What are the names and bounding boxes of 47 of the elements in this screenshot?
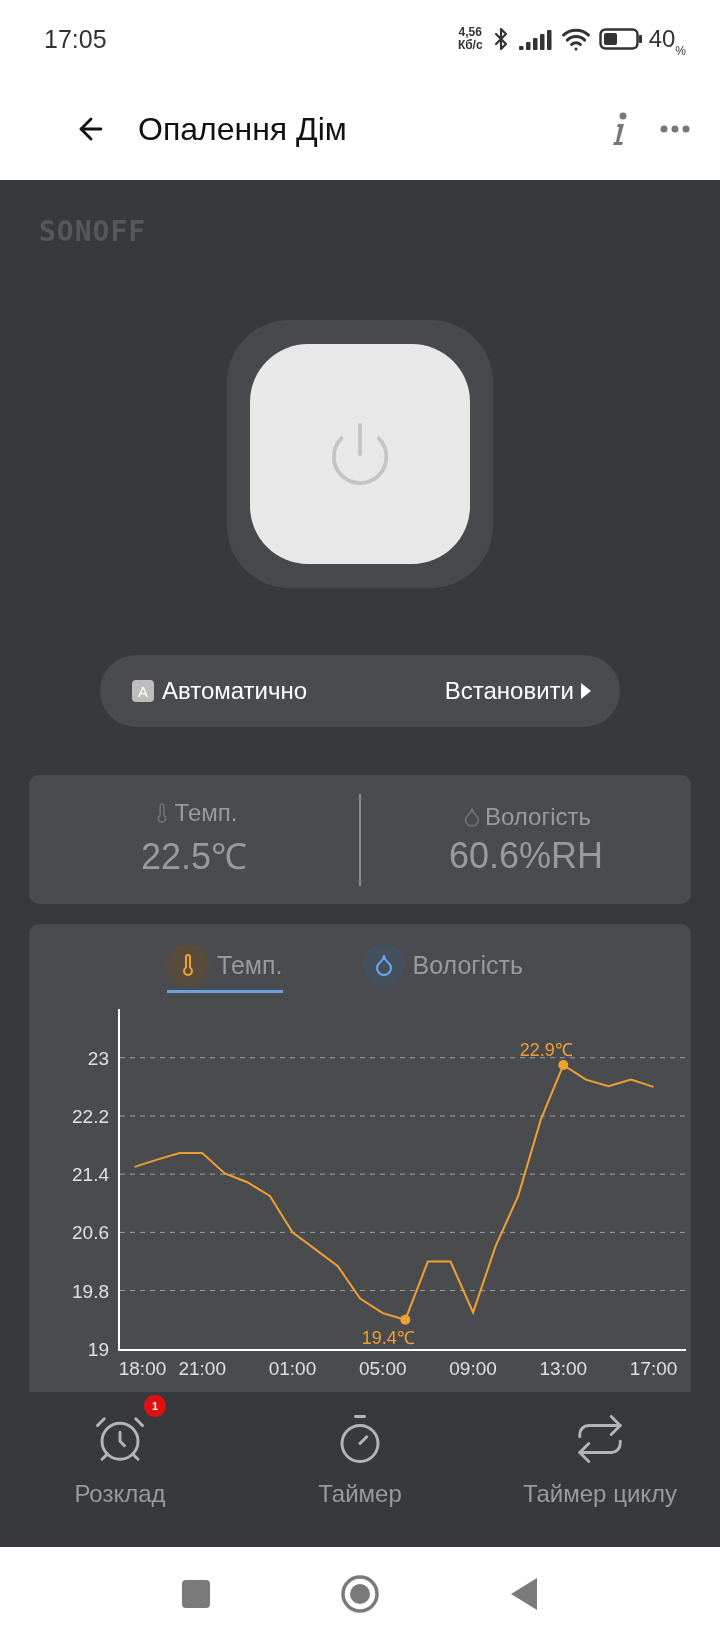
- status-time: 17:05: [44, 24, 108, 54]
- droplet-icon: [362, 944, 405, 986]
- x-axis-label: 21:00: [178, 1358, 226, 1379]
- y-axis-label: 21.4: [72, 1164, 109, 1186]
- network-speed: 4,56: [458, 26, 482, 39]
- x-axis-label: 09:00: [449, 1358, 497, 1379]
- action-button[interactable]: 1 Розклад: [0, 1392, 240, 1547]
- power-button[interactable]: [250, 344, 470, 564]
- chart-tab[interactable]: Темп.: [167, 944, 283, 993]
- network-speed-unit: Кб/с: [457, 39, 483, 52]
- signal-icon: [518, 28, 553, 50]
- reading-value: 22.5℃: [140, 835, 248, 879]
- reading-label: Вологість: [485, 802, 591, 831]
- x-axis-label: 01:00: [268, 1358, 317, 1379]
- x-axis-label: 18:00: [118, 1358, 167, 1379]
- auto-badge: A: [132, 680, 154, 702]
- point-label: 19.4℃: [361, 1327, 415, 1348]
- battery-percent: 40: [648, 25, 676, 52]
- mode-label: Автоматично: [162, 677, 309, 705]
- device-title: Опалення Дім: [138, 110, 348, 148]
- recents-icon[interactable]: [182, 1579, 210, 1608]
- y-axis-label: 23: [87, 1047, 109, 1069]
- y-axis-label: 19.8: [72, 1280, 109, 1302]
- x-axis-label: 13:00: [539, 1358, 588, 1379]
- action-button[interactable]: Таймер: [240, 1392, 480, 1547]
- chart-tab[interactable]: Вологість: [362, 944, 523, 993]
- y-axis-label: 19: [87, 1338, 109, 1360]
- battery-percent-sign: %: [675, 44, 686, 58]
- point-label: 22.9℃: [519, 1040, 573, 1061]
- point-marker: [558, 1060, 569, 1071]
- point-marker: [400, 1314, 411, 1325]
- home-icon[interactable]: [340, 1573, 380, 1614]
- y-axis-label: 22.2: [72, 1105, 109, 1127]
- back-triangle-icon[interactable]: [510, 1576, 538, 1611]
- x-axis-label: 05:00: [359, 1358, 407, 1379]
- thermometer-icon: [167, 944, 210, 986]
- notification-badge: 1: [144, 1395, 166, 1417]
- reading-label: Темп.: [174, 799, 238, 827]
- more-icon: [660, 125, 690, 133]
- reading-value: 60.6%RH: [448, 834, 604, 877]
- y-axis-label: 20.6: [72, 1222, 109, 1244]
- action-button[interactable]: Таймер циклу: [480, 1392, 720, 1547]
- battery-icon: [598, 28, 643, 50]
- set-button[interactable]: Встановити: [444, 677, 592, 705]
- x-axis-label: 17:00: [629, 1358, 678, 1379]
- more-button[interactable]: [660, 125, 690, 133]
- play-triangle-icon: [580, 682, 592, 700]
